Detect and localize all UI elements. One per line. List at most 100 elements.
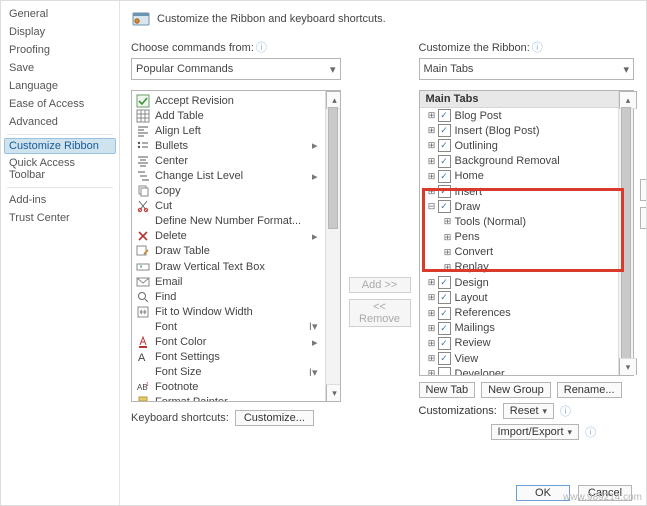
sidebar-item-advanced[interactable]: Advanced bbox=[1, 113, 119, 131]
expand-icon[interactable]: ⊞ bbox=[426, 292, 438, 303]
blank-icon bbox=[136, 214, 150, 228]
sidebar-item-add-ins[interactable]: Add-ins bbox=[1, 191, 119, 209]
choose-commands-value: Popular Commands bbox=[136, 63, 233, 75]
expand-icon[interactable]: ⊞ bbox=[426, 140, 438, 151]
checkbox[interactable] bbox=[438, 155, 451, 168]
ribbon-tree[interactable]: Main Tabs ⊞Blog Post ⊞Insert (Blog Post)… bbox=[419, 90, 635, 376]
tree-item-review: ⊞Review bbox=[420, 336, 620, 351]
font-settings-icon: A bbox=[136, 350, 150, 364]
reset-button[interactable]: Reset▾ bbox=[503, 403, 554, 419]
checkbox[interactable] bbox=[438, 139, 451, 152]
checkbox[interactable] bbox=[438, 276, 451, 289]
checkbox[interactable] bbox=[438, 170, 451, 183]
expand-icon[interactable]: ⊞ bbox=[442, 247, 454, 258]
watermark: www.989214.com bbox=[563, 492, 642, 503]
checkbox[interactable] bbox=[438, 352, 451, 365]
expand-icon[interactable]: ⊞ bbox=[426, 125, 438, 136]
expand-icon[interactable]: ⊞ bbox=[426, 338, 438, 349]
add-button: Add >> bbox=[349, 277, 411, 293]
info-icon[interactable]: ⓘ bbox=[585, 424, 596, 440]
expand-icon[interactable]: ⊞ bbox=[426, 277, 438, 288]
command-item: Email bbox=[134, 274, 324, 289]
info-icon[interactable]: ⓘ bbox=[532, 42, 543, 54]
list-level-icon bbox=[136, 169, 150, 183]
sidebar-item-ease-of-access[interactable]: Ease of Access bbox=[1, 95, 119, 113]
sidebar-item-proofing[interactable]: Proofing bbox=[1, 41, 119, 59]
textbox-icon bbox=[136, 260, 150, 274]
checkbox[interactable] bbox=[438, 109, 451, 122]
checkbox[interactable] bbox=[438, 124, 451, 137]
add-remove-column: Add >> << Remove bbox=[349, 159, 411, 445]
expand-icon[interactable]: ⊞ bbox=[442, 262, 454, 273]
accept-icon bbox=[136, 94, 150, 108]
choose-commands-dropdown[interactable]: Popular Commands ▾ bbox=[131, 58, 341, 80]
table-icon bbox=[136, 109, 150, 123]
font-size-icon bbox=[136, 365, 150, 379]
new-group-button[interactable]: New Group bbox=[481, 382, 551, 398]
expand-icon[interactable]: ⊞ bbox=[426, 368, 438, 375]
sidebar-separator bbox=[7, 187, 113, 188]
scroll-thumb[interactable] bbox=[621, 107, 631, 359]
info-icon[interactable]: ⓘ bbox=[560, 403, 571, 419]
expand-icon[interactable]: ⊞ bbox=[426, 171, 438, 182]
command-item: Draw Vertical Text Box bbox=[134, 259, 324, 274]
command-item: Copy bbox=[134, 184, 324, 199]
command-item: Bullets▸ bbox=[134, 138, 324, 153]
ok-button[interactable]: OK bbox=[516, 485, 570, 501]
checkbox[interactable] bbox=[438, 367, 451, 375]
checkbox[interactable] bbox=[438, 337, 451, 350]
checkbox[interactable] bbox=[438, 291, 451, 304]
customize-ribbon-dropdown[interactable]: Main Tabs ▾ bbox=[419, 58, 635, 80]
cut-icon bbox=[136, 199, 150, 213]
expand-icon[interactable]: ⊞ bbox=[426, 353, 438, 364]
draw-table-icon bbox=[136, 244, 150, 258]
import-export-button[interactable]: Import/Export▾ bbox=[491, 424, 580, 440]
expand-icon[interactable]: ⊞ bbox=[426, 110, 438, 121]
svg-text:1: 1 bbox=[146, 382, 149, 388]
sidebar-item-language[interactable]: Language bbox=[1, 77, 119, 95]
tree-item-tools: ⊞Tools (Normal) bbox=[420, 214, 620, 229]
scrollbar[interactable]: ▴ ▾ bbox=[325, 91, 340, 401]
checkbox[interactable] bbox=[438, 322, 451, 335]
collapse-icon[interactable]: ⊟ bbox=[426, 201, 438, 212]
expand-icon[interactable]: ⊞ bbox=[442, 216, 454, 227]
ribbon-icon bbox=[131, 9, 151, 29]
new-tab-button[interactable]: New Tab bbox=[419, 382, 476, 398]
scrollbar[interactable]: ▴ ▾ bbox=[618, 91, 633, 375]
commands-listbox[interactable]: Accept Revision Add Table Align Left Bul… bbox=[131, 90, 341, 402]
checkbox[interactable] bbox=[438, 185, 451, 198]
tree-item-draw: ⊟Draw bbox=[420, 199, 620, 214]
move-up-button[interactable]: ▴ bbox=[640, 179, 647, 201]
expand-icon[interactable]: ⊞ bbox=[426, 323, 438, 334]
customize-button[interactable]: Customize... bbox=[235, 410, 314, 426]
tree-item-design: ⊞Design bbox=[420, 275, 620, 290]
expand-icon[interactable]: ⊞ bbox=[426, 308, 438, 319]
customize-ribbon-label: Customize the Ribbon: bbox=[419, 42, 530, 54]
move-down-button[interactable]: ▾ bbox=[640, 207, 647, 229]
expand-icon[interactable]: ⊞ bbox=[426, 186, 438, 197]
command-item: Center bbox=[134, 153, 324, 168]
keyboard-shortcuts-label: Keyboard shortcuts: bbox=[131, 412, 229, 424]
sidebar-item-trust-center[interactable]: Trust Center bbox=[1, 209, 119, 227]
scroll-down-icon[interactable]: ▾ bbox=[619, 358, 637, 375]
sidebar-item-quick-access-toolbar[interactable]: Quick Access Toolbar bbox=[1, 154, 119, 184]
scroll-thumb[interactable] bbox=[328, 107, 338, 229]
expand-icon[interactable]: ⊞ bbox=[426, 156, 438, 167]
expand-icon[interactable]: ⊞ bbox=[442, 232, 454, 243]
checkbox[interactable] bbox=[438, 307, 451, 320]
submenu-arrow-icon: ▸ bbox=[312, 230, 322, 243]
command-item: Add Table bbox=[134, 108, 324, 123]
bullets-icon bbox=[136, 139, 150, 153]
choose-commands-label: Choose commands from: bbox=[131, 42, 254, 54]
rename-button[interactable]: Rename... bbox=[557, 382, 622, 398]
sidebar-item-save[interactable]: Save bbox=[1, 59, 119, 77]
sidebar-item-customize-ribbon[interactable]: Customize Ribbon bbox=[4, 138, 116, 154]
command-item: Font Color▸ bbox=[134, 335, 324, 350]
info-icon[interactable]: ⓘ bbox=[256, 42, 267, 54]
sidebar-item-general[interactable]: General bbox=[1, 5, 119, 23]
tree-item-convert: ⊞Convert bbox=[420, 245, 620, 260]
checkbox[interactable] bbox=[438, 200, 451, 213]
sidebar-item-display[interactable]: Display bbox=[1, 23, 119, 41]
scroll-down-icon[interactable]: ▾ bbox=[326, 384, 341, 401]
command-item: Draw Table bbox=[134, 244, 324, 259]
